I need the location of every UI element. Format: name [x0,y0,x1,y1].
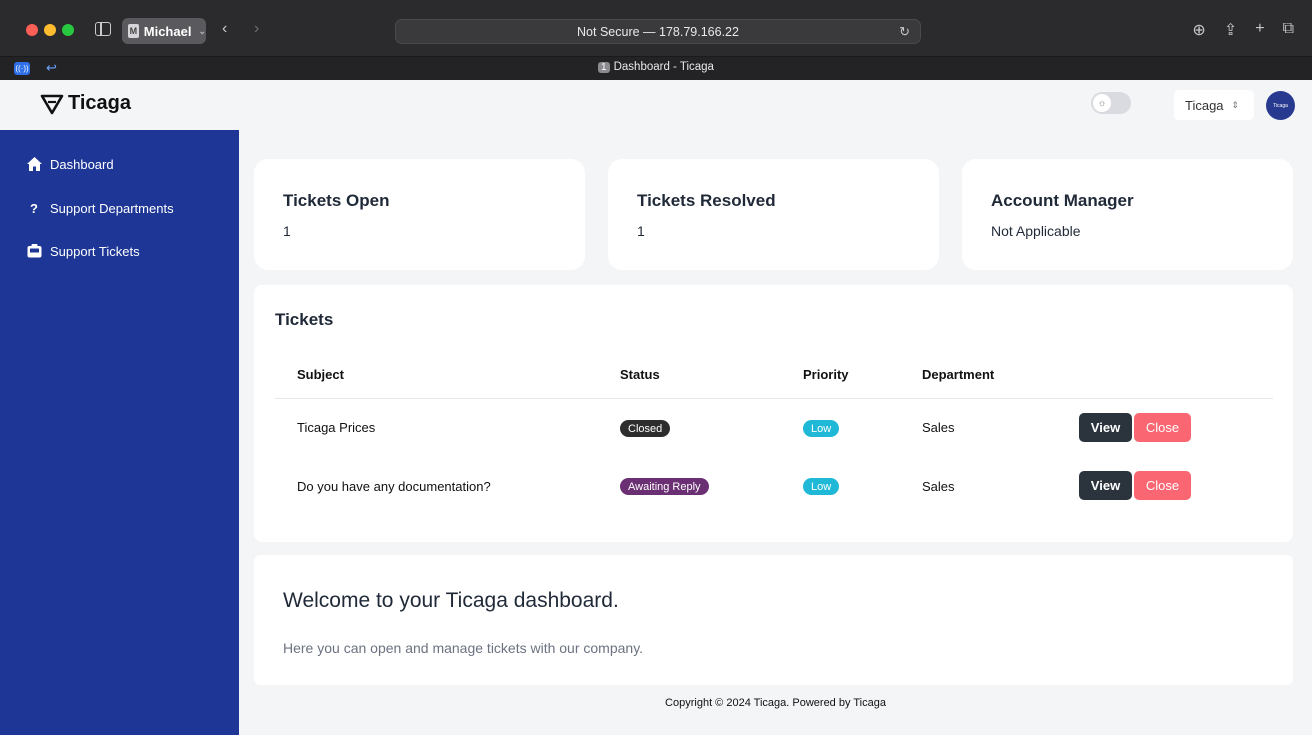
sidebar-item-support-tickets[interactable]: Support Tickets [26,243,140,259]
footer-copyright: Copyright © 2024 Ticaga. Powered by Tica… [665,697,886,709]
tab-number: 1 [598,62,610,73]
welcome-card: Welcome to your Ticaga dashboard. Here y… [254,555,1293,685]
avatar[interactable]: Ticaga [1266,91,1295,120]
status-badge: Awaiting Reply [620,478,709,495]
tickets-resolved-card: Tickets Resolved 1 [608,159,939,270]
chevron-down-icon: ⌄ [198,25,206,36]
priority-badge: Low [803,420,840,437]
sun-icon: ☼ [1093,94,1111,112]
tickets-title: Tickets [275,310,334,329]
close-window-button[interactable] [26,24,38,36]
column-header-department: Department [922,367,995,382]
profile-icon: M [128,24,139,38]
view-ticket-button[interactable]: View [1079,413,1132,442]
column-header-subject: Subject [297,367,344,382]
sidebar-item-dashboard[interactable]: Dashboard [26,156,114,172]
select-arrows-icon: ⇕ [1231,99,1240,110]
active-tab[interactable]: 1 Dashboard - Ticaga [0,61,1312,73]
close-ticket-button[interactable]: Close [1134,471,1191,500]
sidebar-item-label: Support Tickets [50,243,140,259]
sidebar: Dashboard ? Support Departments Support … [0,130,239,735]
share-icon[interactable]: ⇪ [1224,20,1237,40]
ticket-subject: Ticaga Prices [297,420,376,435]
tab-title: Dashboard - Ticaga [613,61,714,73]
browser-toolbar: M Michael ⌄ ‹ › Not Secure — 178.79.166.… [0,0,1312,56]
minimize-window-button[interactable] [44,24,56,36]
avatar-text: Ticaga [1273,102,1288,109]
download-icon[interactable]: ⊕ [1192,20,1205,40]
new-tab-icon[interactable]: + [1255,20,1264,40]
organization-select-value: Ticaga [1185,97,1224,113]
stat-value: 1 [637,223,645,239]
welcome-text: Here you can open and manage tickets wit… [283,640,644,656]
question-icon: ? [30,200,38,216]
tab-bar: ((·)) ↩ 1 Dashboard - Ticaga [0,56,1312,80]
app-header: Ticaga ☼ Ticaga ⇕ Ticaga [0,80,1312,130]
view-ticket-button[interactable]: View [1079,471,1132,500]
back-arrow-icon[interactable]: ‹ [222,20,227,38]
forward-arrow-icon[interactable]: › [254,20,259,38]
url-text: Not Secure — 178.79.166.22 [577,24,739,39]
welcome-title: Welcome to your Ticaga dashboard. [283,589,619,612]
profile-name: Michael [143,23,192,39]
priority-badge: Low [803,478,840,495]
stat-title: Tickets Open [283,191,390,210]
table-header-divider [275,398,1273,399]
browser-chrome: M Michael ⌄ ‹ › Not Secure — 178.79.166.… [0,0,1312,80]
column-header-priority: Priority [803,367,849,382]
theme-toggle[interactable]: ☼ [1091,92,1131,114]
sidebar-toggle-icon[interactable] [95,22,111,36]
inbox-icon [26,243,42,259]
sidebar-item-label: Support Departments [50,200,174,216]
ticket-subject: Do you have any documentation? [297,479,491,494]
stat-title: Tickets Resolved [637,191,776,210]
tickets-card: Tickets Subject Status Priority Departme… [254,285,1293,542]
organization-select[interactable]: Ticaga ⇕ [1174,90,1254,120]
ticaga-logo-icon [40,94,64,114]
stat-value: 1 [283,223,291,239]
status-badge: Closed [620,420,671,437]
maximize-window-button[interactable] [62,24,74,36]
tab-overview-icon[interactable]: ⧉ [1283,20,1294,40]
ticket-department: Sales [922,420,955,435]
close-ticket-button[interactable]: Close [1134,413,1191,442]
home-icon [26,156,42,172]
logo-text: Ticaga [68,92,131,114]
address-bar[interactable]: Not Secure — 178.79.166.22 ↻ [395,19,921,44]
column-header-status: Status [620,367,660,382]
reload-icon[interactable]: ↻ [899,24,910,40]
stat-value: Not Applicable [991,223,1081,239]
sidebar-item-support-departments[interactable]: ? Support Departments [26,200,174,216]
tickets-open-card: Tickets Open 1 [254,159,585,270]
stat-title: Account Manager [991,191,1134,210]
browser-profile-button[interactable]: M Michael ⌄ [122,18,206,44]
app-logo[interactable]: Ticaga [40,92,131,115]
browser-actions: ⊕ ⇪ + ⧉ [1192,20,1294,40]
account-manager-card: Account Manager Not Applicable [962,159,1293,270]
sidebar-item-label: Dashboard [50,156,114,172]
ticket-department: Sales [922,479,955,494]
